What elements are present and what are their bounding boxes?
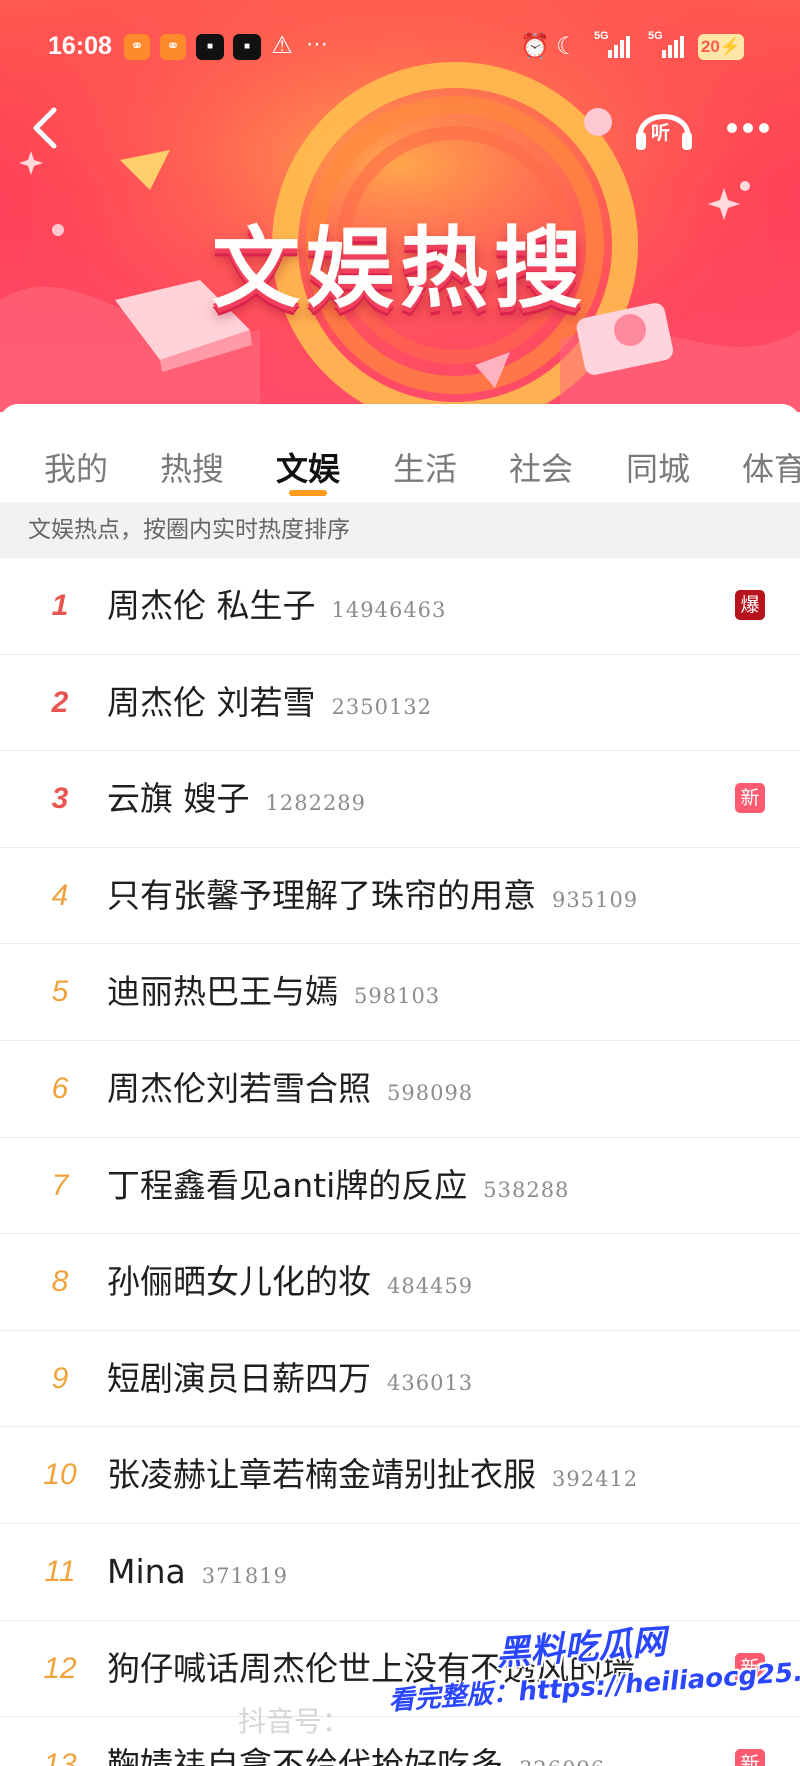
rank-number: 3: [51, 782, 69, 816]
heat-count: 392412: [552, 1467, 639, 1492]
category-tabs: 我的 热搜 文娱 生活 社会 同城 体育: [0, 404, 800, 502]
list-item[interactable]: 5 迪丽热巴王与嫣 598103: [0, 944, 800, 1041]
alarm-icon: ⏰: [520, 33, 550, 60]
list-item[interactable]: 11 Mina 371819: [0, 1524, 800, 1621]
app-notification-icon: ■: [196, 34, 224, 60]
heat-count: 1282289: [265, 791, 367, 816]
status-bar: 16:08 ⚭ ⚭ ■ ■ ⚠ ⋯ ⏰ ☾ 5G 5G 20⚡: [0, 26, 800, 70]
list-item[interactable]: 8 孙俪晒女儿化的妆 484459: [0, 1234, 800, 1331]
tab-entertainment[interactable]: 文娱: [276, 444, 340, 490]
watermark-faint-text: 抖音号：: [238, 1705, 351, 1738]
item-title: 短剧演员日薪四万: [107, 1358, 371, 1398]
warning-icon: ⚠: [271, 32, 293, 59]
tab-local[interactable]: 同城: [626, 444, 690, 490]
hot-badge: 爆: [735, 590, 765, 620]
tab-society[interactable]: 社会: [509, 444, 573, 490]
list-item[interactable]: 1 周杰伦 私生子 14946463 爆: [0, 558, 800, 655]
rank-number: 9: [51, 1361, 69, 1395]
rank-number: 12: [43, 1651, 77, 1685]
list-item[interactable]: 10 张凌赫让章若楠金靖别扯衣服 392412: [0, 1427, 800, 1524]
rank-number: 10: [43, 1458, 77, 1492]
rank-number: 6: [51, 1071, 69, 1105]
item-title: 云旗 嫂子: [107, 779, 250, 819]
rank-number: 2: [51, 685, 69, 719]
app-notification-icon: ⚭: [124, 34, 150, 60]
app-notification-icon: ■: [233, 34, 261, 60]
list-item[interactable]: 9 短剧演员日薪四万 436013: [0, 1331, 800, 1428]
heat-count: 598098: [387, 1080, 474, 1105]
heat-count: 436013: [387, 1370, 474, 1395]
tab-sports[interactable]: 体育: [742, 444, 800, 490]
signal-icon: 5G: [594, 30, 638, 60]
list-item[interactable]: 4 只有张馨予理解了珠帘的用意 935109: [0, 848, 800, 945]
list-item[interactable]: 3 云旗 嫂子 1282289 新: [0, 751, 800, 848]
list-item[interactable]: 6 周杰伦刘若雪合照 598098: [0, 1041, 800, 1138]
moon-icon: ☾: [556, 33, 578, 60]
app-notification-icon: ⚭: [160, 34, 186, 60]
list-subtitle: 文娱热点，按圈内实时热度排序: [0, 502, 800, 558]
item-title: Mina: [107, 1551, 186, 1591]
tab-hot-search[interactable]: 热搜: [160, 444, 224, 490]
rank-number: 11: [44, 1554, 76, 1588]
active-tab-indicator: [289, 490, 327, 496]
item-title: 张凌赫让章若楠金靖别扯衣服: [107, 1455, 536, 1495]
item-title: 周杰伦 私生子: [107, 586, 316, 625]
signal-icon: 5G: [648, 30, 692, 60]
tab-mine[interactable]: 我的: [44, 444, 108, 490]
more-dots-icon[interactable]: [718, 108, 778, 148]
rank-number: 1: [51, 589, 69, 622]
item-title: 周杰伦刘若雪合照: [107, 1068, 371, 1108]
item-title: 只有张馨予理解了珠帘的用意: [107, 875, 536, 915]
listen-label: 听: [651, 122, 671, 144]
heat-count: 2350132: [331, 694, 433, 719]
hot-search-list: 1 周杰伦 私生子 14946463 爆 2 周杰伦 刘若雪 2350132 3 云…: [0, 558, 800, 1766]
list-item[interactable]: 2 周杰伦 刘若雪 2350132: [0, 655, 800, 752]
item-title: 周杰伦 刘若雪: [107, 682, 316, 722]
rank-number: 7: [51, 1168, 69, 1202]
rank-number: 13: [43, 1748, 77, 1766]
rank-number: 8: [51, 1265, 69, 1299]
heat-count: 935109: [552, 887, 639, 912]
list-item[interactable]: 7 丁程鑫看见anti牌的反应 538288: [0, 1138, 800, 1235]
item-title: 丁程鑫看见anti牌的反应: [107, 1165, 468, 1205]
heat-count: 538288: [483, 1177, 570, 1202]
chevron-left-icon[interactable]: [26, 104, 66, 152]
item-title: 孙俪晒女儿化的妆: [107, 1262, 371, 1302]
new-badge: 新: [735, 783, 765, 814]
watermark: 抖音号： 黑料吃瓜网 看完整版：https://heiliaocg25.com: [238, 1620, 800, 1766]
more-notifications-icon: ⋯: [306, 31, 328, 56]
rank-number: 4: [51, 878, 69, 912]
hero-banner: 16:08 ⚭ ⚭ ■ ■ ⚠ ⋯ ⏰ ☾ 5G 5G 20⚡ 听 文娱热搜: [0, 0, 800, 412]
item-title: 迪丽热巴王与嫣: [107, 972, 338, 1012]
heat-count: 14946463: [331, 598, 447, 622]
banner-title: 文娱热搜: [211, 217, 588, 320]
status-time: 16:08: [48, 32, 112, 60]
battery-indicator: 20⚡: [698, 34, 744, 60]
tab-life[interactable]: 生活: [393, 444, 457, 490]
heat-count: 371819: [201, 1563, 288, 1588]
rank-number: 5: [51, 975, 69, 1009]
heat-count: 598103: [354, 984, 441, 1009]
heat-count: 484459: [387, 1274, 474, 1299]
